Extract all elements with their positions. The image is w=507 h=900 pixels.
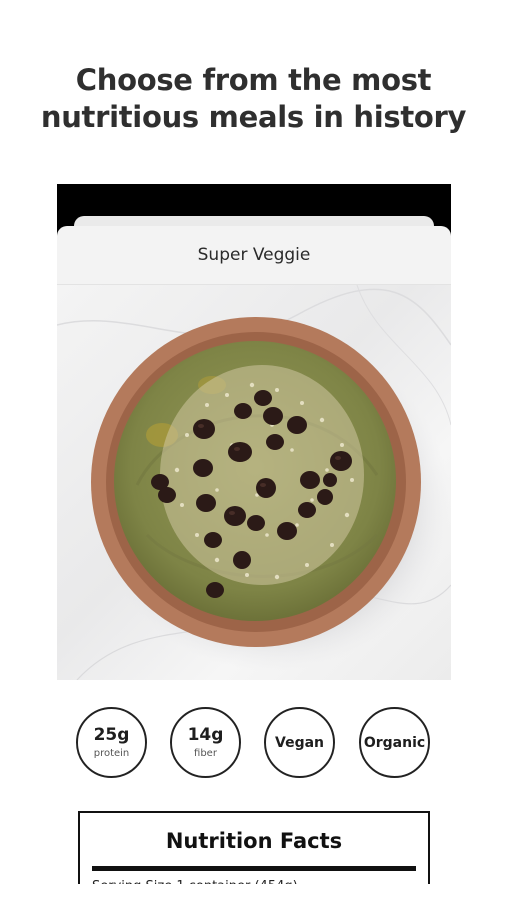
meal-card[interactable]: Super Veggie	[57, 226, 451, 680]
badge-fiber: 14g fiber	[170, 707, 241, 778]
smoothie-bowl-illustration	[57, 285, 451, 680]
headline-line-1: Choose from the most	[75, 63, 432, 97]
page-headline: Choose from the most nutritious meals in…	[0, 62, 507, 136]
badge-protein-value: 25g	[93, 724, 130, 745]
scroll-clip	[0, 884, 507, 900]
nutrition-facts-divider	[92, 866, 416, 871]
nutrition-facts-panel: Nutrition Facts Serving Size 1 container…	[78, 811, 430, 891]
badge-protein-label: protein	[93, 747, 130, 759]
nutrition-facts-title: Nutrition Facts	[165, 829, 343, 853]
badge-organic-label: Organic	[363, 734, 426, 751]
badge-organic: Organic	[359, 707, 430, 778]
meal-card-title: Super Veggie	[57, 226, 451, 285]
badge-fiber-label: fiber	[194, 747, 217, 759]
badge-protein: 25g protein	[76, 707, 147, 778]
badge-fiber-value: 14g	[187, 724, 224, 745]
meal-photo	[57, 285, 451, 680]
badge-vegan-label: Vegan	[275, 734, 324, 751]
nutrition-badges: 25g protein 14g fiber Vegan Organic	[0, 707, 507, 783]
badge-vegan: Vegan	[264, 707, 335, 778]
headline-line-2: nutritious meals in history	[40, 100, 467, 134]
meal-card-stack: Super Veggie	[57, 184, 451, 680]
